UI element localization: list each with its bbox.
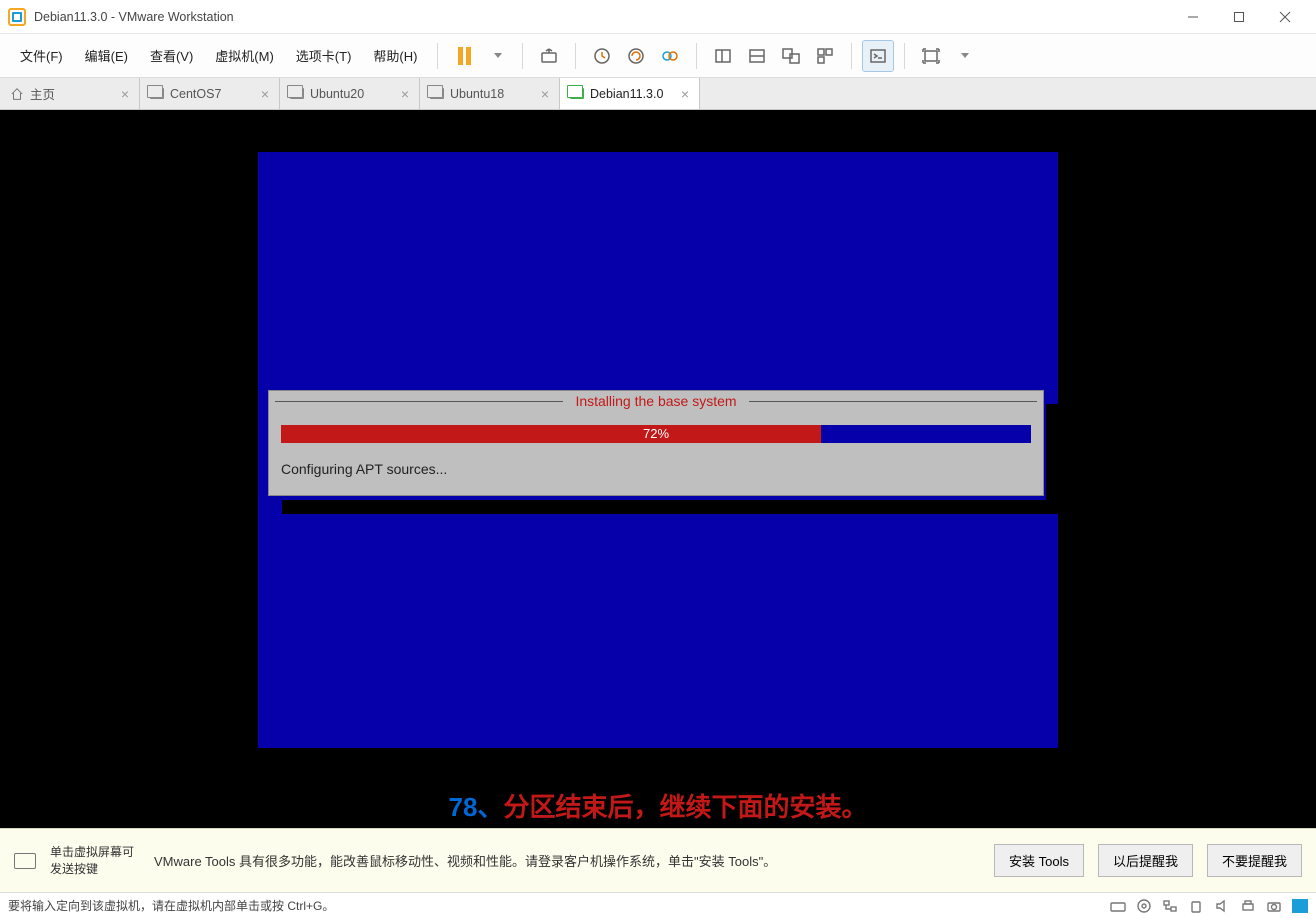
maximize-button[interactable] bbox=[1216, 2, 1262, 32]
usb-icon[interactable] bbox=[1188, 899, 1204, 913]
vm-icon bbox=[570, 88, 584, 99]
cd-icon[interactable] bbox=[1136, 899, 1152, 913]
installer-title: Installing the base system bbox=[569, 393, 742, 409]
suspend-button[interactable] bbox=[448, 40, 480, 72]
click-hint: 单击虚拟屏幕可发送按键 bbox=[50, 844, 140, 878]
harddisk-icon[interactable] bbox=[1110, 899, 1126, 913]
snapshot-revert-button[interactable] bbox=[620, 40, 652, 72]
tab-label: CentOS7 bbox=[170, 87, 221, 101]
minimize-button[interactable] bbox=[1170, 2, 1216, 32]
snapshot-manager-button[interactable] bbox=[654, 40, 686, 72]
send-ctrl-alt-del-button[interactable] bbox=[533, 40, 565, 72]
installer-progress: 72% bbox=[281, 425, 1031, 443]
installer-progress-label: 72% bbox=[281, 425, 1031, 443]
view-unity-button[interactable] bbox=[775, 40, 807, 72]
remind-later-button[interactable]: 以后提醒我 bbox=[1098, 844, 1193, 877]
installer-status: Configuring APT sources... bbox=[269, 455, 1043, 495]
tab-centos7[interactable]: CentOS7 × bbox=[140, 78, 280, 109]
tab-debian11[interactable]: Debian11.3.0 × bbox=[560, 78, 700, 109]
fullscreen-dropdown[interactable] bbox=[947, 40, 979, 72]
fullscreen-button[interactable] bbox=[915, 40, 947, 72]
view-single-button[interactable] bbox=[707, 40, 739, 72]
view-split-button[interactable] bbox=[741, 40, 773, 72]
tab-close-icon[interactable]: × bbox=[541, 86, 549, 102]
tab-label: 主页 bbox=[30, 84, 55, 103]
tab-ubuntu18[interactable]: Ubuntu18 × bbox=[420, 78, 560, 109]
tab-close-icon[interactable]: × bbox=[261, 86, 269, 102]
menu-edit[interactable]: 编辑(E) bbox=[75, 40, 138, 71]
menubar: 文件(F) 编辑(E) 查看(V) 虚拟机(M) 选项卡(T) 帮助(H) bbox=[0, 34, 1316, 78]
sound-icon[interactable] bbox=[1214, 899, 1230, 913]
status-message: 要将输入定向到该虚拟机，请在虚拟机内部单击或按 Ctrl+G。 bbox=[8, 897, 334, 914]
menu-tabs[interactable]: 选项卡(T) bbox=[286, 40, 362, 71]
close-button[interactable] bbox=[1262, 2, 1308, 32]
statusbar: 要将输入定向到该虚拟机，请在虚拟机内部单击或按 Ctrl+G。 bbox=[0, 892, 1316, 918]
tab-label: Ubuntu18 bbox=[450, 87, 504, 101]
power-dropdown[interactable] bbox=[480, 40, 512, 72]
vmware-tools-hint: VMware Tools 具有很多功能，能改善鼠标移动性、视频和性能。请登录客户… bbox=[154, 851, 980, 870]
view-thumbnail-button[interactable] bbox=[809, 40, 841, 72]
menu-file[interactable]: 文件(F) bbox=[10, 40, 73, 71]
tabbar: 主页 × CentOS7 × Ubuntu20 × Ubuntu18 × Deb… bbox=[0, 78, 1316, 110]
tab-ubuntu20[interactable]: Ubuntu20 × bbox=[280, 78, 420, 109]
vm-icon bbox=[430, 88, 444, 99]
vmware-tools-infobar: 单击虚拟屏幕可发送按键 VMware Tools 具有很多功能，能改善鼠标移动性… bbox=[0, 828, 1316, 892]
never-remind-button[interactable]: 不要提醒我 bbox=[1207, 844, 1302, 877]
vm-icon bbox=[150, 88, 164, 99]
vm-console-area[interactable]: Installing the base system 72% Configuri… bbox=[0, 110, 1316, 828]
menu-view[interactable]: 查看(V) bbox=[140, 40, 203, 71]
vm-screen: Installing the base system 72% Configuri… bbox=[258, 152, 1058, 748]
tab-label: Ubuntu20 bbox=[310, 87, 364, 101]
tutorial-caption: 78、分区结束后，继续下面的安装。 bbox=[0, 787, 1316, 824]
tab-home[interactable]: 主页 × bbox=[0, 78, 140, 109]
home-icon bbox=[10, 87, 24, 101]
menu-help[interactable]: 帮助(H) bbox=[363, 40, 427, 71]
tab-label: Debian11.3.0 bbox=[590, 87, 663, 101]
vm-icon bbox=[290, 88, 304, 99]
install-tools-button[interactable]: 安装 Tools bbox=[994, 844, 1084, 877]
printer-icon[interactable] bbox=[1240, 899, 1256, 913]
keyboard-icon bbox=[14, 853, 36, 869]
caption-text: 分区结束后，继续下面的安装。 bbox=[503, 792, 867, 822]
console-button[interactable] bbox=[862, 40, 894, 72]
caption-number: 78、 bbox=[449, 792, 504, 822]
app-icon bbox=[8, 8, 26, 26]
titlebar: Debian11.3.0 - VMware Workstation bbox=[0, 0, 1316, 34]
tab-close-icon[interactable]: × bbox=[401, 86, 409, 102]
snapshot-take-button[interactable] bbox=[586, 40, 618, 72]
camera-icon[interactable] bbox=[1266, 899, 1282, 913]
display-indicator[interactable] bbox=[1292, 899, 1308, 913]
window-title: Debian11.3.0 - VMware Workstation bbox=[34, 10, 234, 24]
device-tray bbox=[1110, 899, 1308, 913]
tab-close-icon[interactable]: × bbox=[121, 86, 129, 102]
menu-vm[interactable]: 虚拟机(M) bbox=[205, 40, 284, 71]
tab-close-icon[interactable]: × bbox=[681, 86, 689, 102]
installer-dialog: Installing the base system 72% Configuri… bbox=[268, 390, 1044, 496]
network-icon[interactable] bbox=[1162, 899, 1178, 913]
